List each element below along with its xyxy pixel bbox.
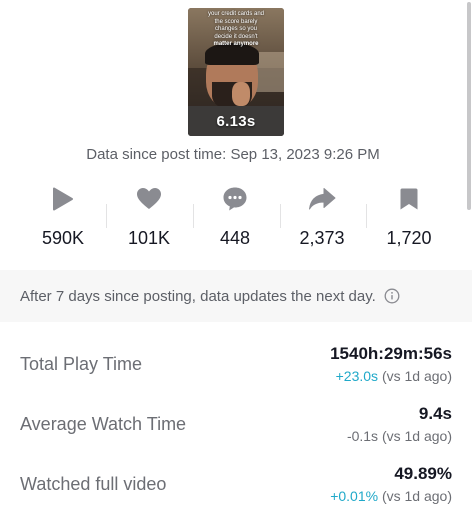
engagement-stats: 590K 101K 448 2,373 1,720 <box>0 182 466 252</box>
heart-icon <box>104 182 194 216</box>
video-caption: your credit cards and the score barely c… <box>192 11 280 49</box>
delta-suffix: (vs 1d ago) <box>378 428 452 444</box>
caption-line-bold: matter anymore <box>213 41 259 47</box>
metric-total-play-time: Total Play Time 1540h:29m:56s +23.0s (vs… <box>0 338 466 394</box>
shares-count: 2,373 <box>299 228 345 248</box>
caption-line: changes so you <box>214 26 258 32</box>
video-thumbnail[interactable]: your credit cards and the score barely c… <box>188 8 284 136</box>
metric-value: 1540h:29m:56s <box>330 344 452 363</box>
play-icon <box>18 182 108 216</box>
delta-change: -0.1s <box>346 428 379 444</box>
share-icon <box>277 182 367 216</box>
bookmark-icon <box>364 182 454 216</box>
comments-count: 448 <box>219 228 251 248</box>
comment-icon <box>190 182 280 216</box>
scrollbar-thumb[interactable] <box>467 2 471 210</box>
plays-count: 590K <box>41 228 85 248</box>
caption-line: your credit cards and <box>207 11 265 17</box>
info-icon[interactable] <box>384 288 400 304</box>
delta-suffix: (vs 1d ago) <box>378 368 452 384</box>
delta-suffix: (vs 1d ago) <box>378 488 452 504</box>
metric-delta: +23.0s (vs 1d ago) <box>336 368 452 384</box>
metric-average-watch-time: Average Watch Time 9.4s -0.1s (vs 1d ago… <box>0 398 466 454</box>
caption-line: decide it doesn't <box>214 33 258 40</box>
metric-label: Watched full video <box>20 474 167 494</box>
post-time-label: Data since post time: Sep 13, 2023 9:26 … <box>86 146 380 163</box>
thumbnail-hand <box>232 82 250 106</box>
stat-plays: 590K <box>18 182 108 249</box>
likes-count: 101K <box>127 228 171 248</box>
stat-comments: 448 <box>190 182 280 249</box>
stat-shares: 2,373 <box>277 182 367 249</box>
saves-count: 1,720 <box>386 228 432 248</box>
stat-likes: 101K <box>104 182 194 249</box>
metric-label: Average Watch Time <box>20 414 187 434</box>
video-duration: 6.13s <box>216 113 256 130</box>
stat-saves: 1,720 <box>364 182 454 249</box>
metric-delta: +0.01% (vs 1d ago) <box>330 488 452 504</box>
metric-delta: -0.1s (vs 1d ago) <box>347 428 452 444</box>
metric-label: Total Play Time <box>20 354 143 374</box>
notice-text: After 7 days since posting, data updates… <box>20 287 376 305</box>
caption-line: the score barely <box>214 18 258 25</box>
metric-value: 49.89% <box>394 464 452 483</box>
scrollbar[interactable] <box>466 0 472 210</box>
data-update-notice: After 7 days since posting, data updates… <box>0 270 472 322</box>
metric-value: 9.4s <box>418 404 452 423</box>
delta-change: +23.0s <box>335 368 379 384</box>
delta-change: +0.01% <box>330 488 379 504</box>
metric-watched-full-video: Watched full video 49.89% +0.01% (vs 1d … <box>0 458 466 507</box>
